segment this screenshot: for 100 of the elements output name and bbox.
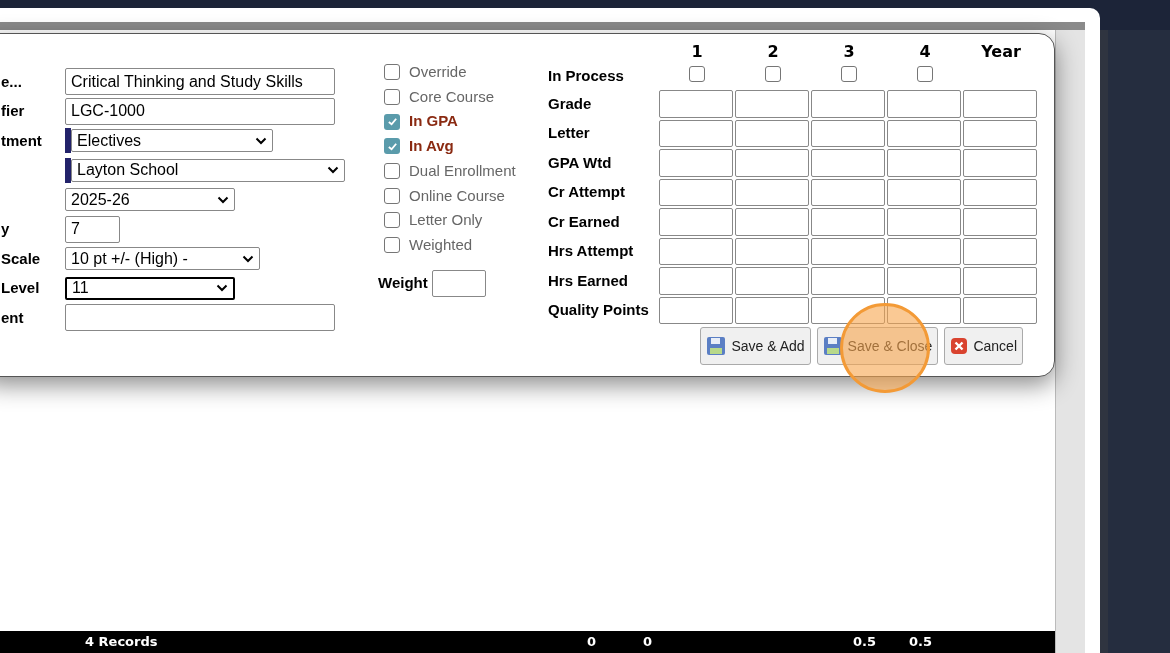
field-label: tment [1,131,42,149]
option-label: Override [409,62,467,83]
weight-label: Weight [378,272,428,293]
text-field[interactable]: 7 [65,215,120,243]
grade-cell[interactable] [963,90,1037,118]
field-label: ent [1,308,24,326]
column-header: 3 [843,41,855,63]
total-value: 0.5 [909,635,933,648]
grade-cell[interactable] [735,90,809,118]
record-count: 4 Records [85,635,158,648]
grade-cell[interactable] [659,296,733,324]
chevron-down-icon [217,195,229,204]
chevron-down-icon [216,284,228,293]
checkbox[interactable] [384,212,400,229]
dropdown[interactable]: 11 [65,276,235,300]
grade-cell[interactable] [887,149,961,177]
grade-cell[interactable] [735,267,809,295]
grade-cell[interactable] [659,267,733,295]
checkbox[interactable] [384,89,400,106]
grade-cell[interactable] [811,267,885,295]
checkbox[interactable] [384,163,400,180]
grade-cell[interactable] [887,296,961,324]
in-process-checkbox[interactable] [689,66,705,82]
dialog-button[interactable]: Cancel [944,327,1023,365]
field-label: fier [1,102,25,120]
column-header: 4 [919,41,931,63]
grade-cell[interactable] [887,237,961,265]
row-label: Letter [548,124,590,142]
grade-cell[interactable] [887,208,961,236]
text-field[interactable]: Critical Thinking and Study Skills [65,68,335,96]
option-label: Weighted [409,234,473,255]
checkbox[interactable] [384,64,400,81]
grade-cell[interactable] [811,296,885,324]
grade-cell[interactable] [811,90,885,118]
grade-cell[interactable] [963,208,1037,236]
option-label: Online Course [409,185,505,206]
grade-cell[interactable] [963,237,1037,265]
grade-cell[interactable] [887,267,961,295]
dropdown[interactable]: 2025-26 [65,188,235,212]
grade-cell[interactable] [659,90,733,118]
grade-cell[interactable] [887,119,961,147]
column-header: Year [981,41,1021,63]
checkbox[interactable] [384,113,400,130]
grade-cell[interactable] [811,119,885,147]
grade-cell[interactable] [963,267,1037,295]
grade-cell[interactable] [963,296,1037,324]
row-label: Quality Points [548,301,649,319]
total-value: 0 [643,635,653,648]
row-label: Grade [548,94,592,112]
grade-cell[interactable] [659,237,733,265]
grade-cell[interactable] [735,119,809,147]
dialog-button[interactable]: Save & Add [700,327,811,365]
row-label: Cr Earned [548,212,620,230]
grade-cell[interactable] [811,178,885,206]
checkbox[interactable] [384,138,400,155]
grade-cell[interactable] [963,119,1037,147]
row-label: Hrs Earned [548,271,629,289]
dropdown[interactable]: Layton School [71,158,345,182]
row-label: Hrs Attempt [548,242,634,260]
text-field[interactable]: LGC-1000 [65,97,335,125]
grade-cell[interactable] [735,296,809,324]
grade-cell[interactable] [659,119,733,147]
grade-cell[interactable] [811,208,885,236]
grade-cell[interactable] [887,90,961,118]
grade-cell[interactable] [659,208,733,236]
chevron-down-icon [327,166,339,175]
in-process-checkbox[interactable] [917,66,933,82]
checkmark-icon [386,140,398,152]
grade-cell[interactable] [811,237,885,265]
grade-cell[interactable] [659,178,733,206]
dropdown[interactable]: Electives [71,129,273,153]
grade-cell[interactable] [735,237,809,265]
grade-cell[interactable] [811,149,885,177]
grade-cell[interactable] [735,149,809,177]
checkmark-icon [386,116,398,128]
grade-cell[interactable] [659,149,733,177]
column-header: 2 [767,41,779,63]
in-process-checkbox[interactable] [765,66,781,82]
dropdown[interactable]: 10 pt +/- (High) - [65,247,260,271]
option-label: Letter Only [409,210,483,231]
checkbox[interactable] [384,237,400,254]
row-label: GPA Wtd [548,153,612,171]
chevron-down-icon [242,254,254,263]
checkbox[interactable] [384,187,400,204]
grade-cell[interactable] [735,178,809,206]
weight-field[interactable] [431,269,486,297]
text-field[interactable] [65,304,335,332]
row-label: Cr Attempt [548,183,625,201]
field-label: Scale [1,249,41,267]
grade-cell[interactable] [963,178,1037,206]
column-header: 1 [691,41,703,63]
option-label: Core Course [409,86,495,107]
grade-cell[interactable] [887,178,961,206]
chevron-down-icon [255,136,267,145]
in-process-checkbox[interactable] [841,66,857,82]
grade-cell[interactable] [735,208,809,236]
grade-cell[interactable] [963,149,1037,177]
total-value: 0 [587,635,597,648]
option-label: In GPA [409,111,458,132]
field-label: e... [1,72,22,90]
